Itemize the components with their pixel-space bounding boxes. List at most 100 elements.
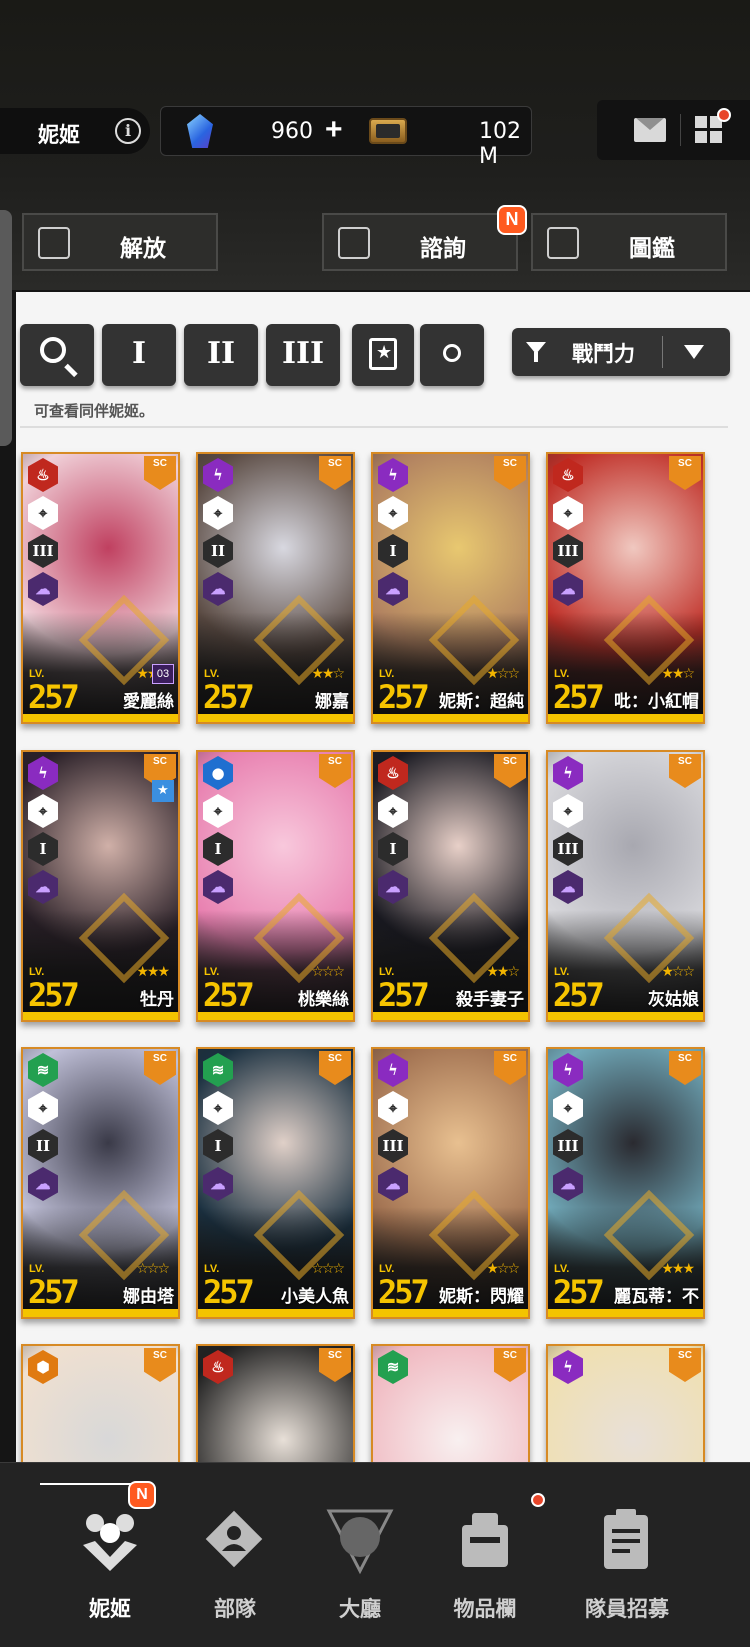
filter-burst-1[interactable]: I	[102, 324, 176, 386]
nav-label: 大廳	[339, 1598, 381, 1621]
gem-icon	[187, 114, 213, 148]
star-rating: ☆☆☆	[311, 1261, 345, 1277]
star-rating: ★★★	[136, 964, 170, 980]
squad-icon	[200, 1505, 270, 1575]
release-button[interactable]: 解放	[22, 213, 218, 271]
filter-burst-2[interactable]: II	[184, 324, 258, 386]
nikke-card[interactable]: SC ϟ ⌖ I ☁ LV. 257 ★☆☆ 妮斯：超純	[371, 452, 530, 724]
character-name: 妮斯：超純	[439, 692, 524, 711]
level-value: 257	[553, 1273, 605, 1311]
circle-filter-button[interactable]	[420, 324, 484, 386]
consult-label: 諮詢	[420, 235, 466, 261]
level-value: 257	[28, 976, 80, 1014]
card-footer-bar	[23, 1012, 178, 1020]
favorite-filter-button[interactable]	[352, 324, 414, 386]
nav-item-recruit[interactable]: 隊員招募	[557, 1463, 697, 1647]
nikke-card[interactable]: SC ♨ ⌖ I ☁ LV. 257 ★★☆ 殺手妻子	[371, 750, 530, 1022]
nikke-card[interactable]: SC ϟ ⌖ III ☁ LV. 257 ★☆☆ 灰姑娘	[546, 750, 705, 1022]
favorite-star-icon: ★	[152, 780, 174, 802]
nav-label: 物品欄	[453, 1598, 517, 1621]
circle-icon	[443, 344, 461, 362]
nav-notification-dot	[531, 1493, 545, 1507]
nikke-card[interactable]: SC ϟ	[546, 1344, 705, 1462]
nikke-card[interactable]: SC ≋	[371, 1344, 530, 1462]
nav-item-inventory[interactable]: 物品欄	[415, 1463, 555, 1647]
mail-icon[interactable]	[634, 118, 666, 142]
level-value: 257	[378, 976, 430, 1014]
nikke-card[interactable]: SC ♨ ⌖ III ☁ LV. 257 ★★☆ 吡：小紅帽	[546, 452, 705, 724]
release-label: 解放	[120, 235, 166, 261]
search-button[interactable]	[20, 324, 94, 386]
nikke-card[interactable]: SC ⬢	[21, 1344, 180, 1462]
gem-count: 960	[271, 119, 313, 144]
page-title: 妮姬	[38, 124, 80, 147]
star-rating: ☆☆☆	[136, 1261, 170, 1277]
star-rating: ★★☆	[486, 964, 520, 980]
card-footer-bar	[198, 1012, 353, 1020]
character-name: 愛麗絲	[123, 692, 174, 711]
level-value: 257	[28, 1273, 80, 1311]
nikke-card[interactable]: SC ● ⌖ I ☁ LV. 257 ☆☆☆ 桃樂絲	[196, 750, 355, 1022]
card-footer-bar	[548, 714, 703, 722]
recruit-icon	[592, 1505, 662, 1575]
card-footer-bar	[548, 1012, 703, 1020]
chevron-down-icon	[684, 345, 704, 359]
calendar-icon	[338, 227, 370, 259]
character-name: 桃樂絲	[298, 990, 349, 1009]
nikke-card[interactable]: SC ϟ ⌖ III ☁ LV. 257 ★★★ 麗瓦蒂：不	[546, 1047, 705, 1319]
top-bar: 妮姬 i 960 + 102 M 解放 諮詢 N 圖鑑	[0, 0, 750, 290]
notification-dot	[717, 108, 731, 122]
level-value: 257	[203, 976, 255, 1014]
credit-icon	[369, 118, 407, 144]
sort-divider	[662, 336, 663, 368]
star-rating: ★☆☆	[486, 1261, 520, 1277]
card-footer-bar	[198, 1309, 353, 1317]
info-icon[interactable]: i	[115, 118, 141, 144]
nikke-card[interactable]: SC ≋ ⌖ II ☁ LV. 257 ☆☆☆ 娜由塔	[21, 1047, 180, 1319]
consult-button[interactable]: 諮詢	[322, 213, 518, 271]
header-divider	[680, 114, 681, 146]
side-drawer-handle[interactable]	[0, 210, 12, 446]
codex-button[interactable]: 圖鑑	[531, 213, 727, 271]
character-name: 牡丹	[140, 990, 174, 1009]
nikke-card[interactable]: SC ♨	[196, 1344, 355, 1462]
filter-burst-3[interactable]: III	[266, 324, 340, 386]
nikke-icon	[75, 1505, 145, 1575]
level-value: 257	[203, 678, 255, 716]
credit-count: 102 M	[479, 119, 521, 169]
level-value: 257	[553, 678, 605, 716]
nikke-card[interactable]: SC♨⌖III☁LV.257★★★03愛麗絲	[21, 452, 180, 724]
nav-label: 妮姬	[89, 1598, 131, 1621]
star-rating: ★★☆	[311, 666, 345, 682]
nikke-card[interactable]: SC ϟ ⌖ III ☁ LV. 257 ★☆☆ 妮斯：閃耀	[371, 1047, 530, 1319]
search-icon	[40, 337, 66, 363]
sort-dropdown[interactable]: 戰鬥力	[512, 328, 730, 376]
character-name: 殺手妻子	[456, 990, 524, 1009]
card-footer-bar	[23, 714, 178, 722]
sort-label: 戰鬥力	[572, 343, 635, 366]
nav-new-badge: N	[128, 1481, 156, 1509]
divider	[20, 426, 728, 428]
add-gems-button[interactable]: +	[325, 113, 343, 147]
character-name: 灰姑娘	[648, 990, 699, 1009]
nav-item-lobby[interactable]: 大廳	[290, 1463, 430, 1647]
character-name: 小美人魚	[281, 1287, 349, 1306]
level-value: 257	[378, 678, 430, 716]
nav-item-squad[interactable]: 部隊	[165, 1463, 305, 1647]
nikke-card[interactable]: SC ≋ ⌖ I ☁ LV. 257 ☆☆☆ 小美人魚	[196, 1047, 355, 1319]
character-name: 吡：小紅帽	[614, 692, 699, 711]
card-footer-bar	[23, 1309, 178, 1317]
favorite-icon	[369, 338, 397, 370]
level-value: 257	[203, 1273, 255, 1311]
card-footer-bar	[198, 714, 353, 722]
level-value: 257	[553, 976, 605, 1014]
nav-item-nikke[interactable]: 妮姬 N	[40, 1463, 180, 1647]
filter-funnel-icon	[526, 342, 546, 362]
codex-label: 圖鑑	[629, 235, 675, 261]
nikke-card[interactable]: SC ϟ ⌖ II ☁ LV. 257 ★★☆ 娜嘉	[196, 452, 355, 724]
nikke-card[interactable]: SC ϟ ⌖ I ☁ LV. 257 ★★★ ★ 牡丹	[21, 750, 180, 1022]
consult-new-badge: N	[497, 205, 527, 235]
list-hint: 可查看同伴妮姬。	[34, 403, 155, 420]
character-name: 妮斯：閃耀	[439, 1287, 524, 1306]
nav-label: 部隊	[214, 1598, 256, 1621]
